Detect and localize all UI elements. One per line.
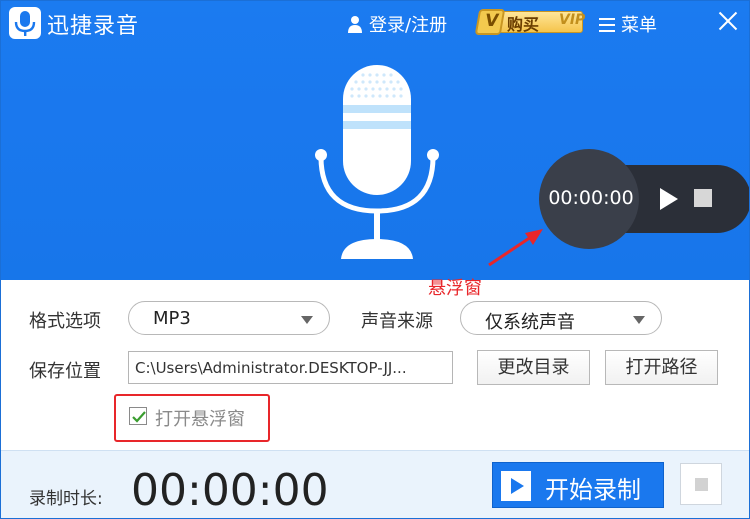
- menu-list-icon: [599, 18, 615, 32]
- save-location-label: 保存位置: [29, 361, 101, 382]
- open-path-button[interactable]: 打开路径: [605, 350, 718, 385]
- user-icon: [347, 15, 363, 33]
- format-label: 格式选项: [29, 311, 101, 332]
- status-bar: 录制时长: 00:00:00 开始录制: [1, 450, 749, 518]
- chevron-down-icon: [301, 316, 313, 324]
- format-select[interactable]: MP3: [128, 301, 330, 335]
- vip-badge-icon: V: [474, 9, 506, 35]
- close-icon[interactable]: [715, 8, 741, 34]
- annotation-arrow-icon: [488, 229, 543, 267]
- login-register-label: 登录/注册: [369, 15, 448, 36]
- start-recording-button[interactable]: 开始录制: [492, 462, 664, 508]
- duration-value: 00:00:00: [131, 465, 329, 516]
- menu-button[interactable]: 菜单: [599, 11, 657, 37]
- floating-stop-icon[interactable]: [694, 189, 712, 207]
- floating-window-preview: 00:00:00: [539, 149, 749, 249]
- chevron-down-icon: [633, 316, 645, 324]
- float-window-checkbox-label: 打开悬浮窗: [155, 409, 245, 430]
- change-directory-button[interactable]: 更改目录: [477, 350, 590, 385]
- app-title: 迅捷录音: [47, 14, 140, 39]
- checkmark-icon: [132, 411, 146, 423]
- floating-play-icon[interactable]: [657, 188, 679, 210]
- buy-vip-label: 购买: [507, 15, 540, 34]
- app-logo-icon: [9, 7, 41, 39]
- duration-label: 录制时长:: [29, 489, 103, 509]
- play-icon: [501, 471, 531, 501]
- title-bar: 迅捷录音 登录/注册 购买 VIP V 菜单: [1, 1, 749, 45]
- login-register-button[interactable]: 登录/注册: [347, 11, 447, 37]
- float-window-checkbox[interactable]: [129, 407, 147, 425]
- stop-icon[interactable]: [680, 463, 722, 505]
- microphone-icon: [315, 65, 439, 259]
- source-value: 仅系统声音: [485, 312, 575, 333]
- buy-vip-button[interactable]: 购买 VIP V: [474, 9, 586, 35]
- floating-window-time: 00:00:00: [548, 187, 634, 209]
- source-select[interactable]: 仅系统声音: [460, 301, 662, 335]
- hero-panel: 迅捷录音 登录/注册 购买 VIP V 菜单 00:00:00: [1, 1, 749, 280]
- source-label: 声音来源: [361, 311, 433, 332]
- floating-window-annotation: 悬浮窗: [428, 278, 482, 299]
- vip-tag: VIP: [559, 12, 586, 28]
- app-window: 迅捷录音 登录/注册 购买 VIP V 菜单 00:00:00 悬浮窗 格式选项…: [0, 0, 750, 519]
- start-recording-label: 开始录制: [545, 476, 641, 504]
- vip-badge-letter: V: [483, 11, 501, 31]
- menu-label: 菜单: [621, 15, 657, 36]
- format-value: MP3: [153, 308, 191, 329]
- save-path-field[interactable]: C:\Users\Administrator.DESKTOP-JJ...: [128, 351, 453, 384]
